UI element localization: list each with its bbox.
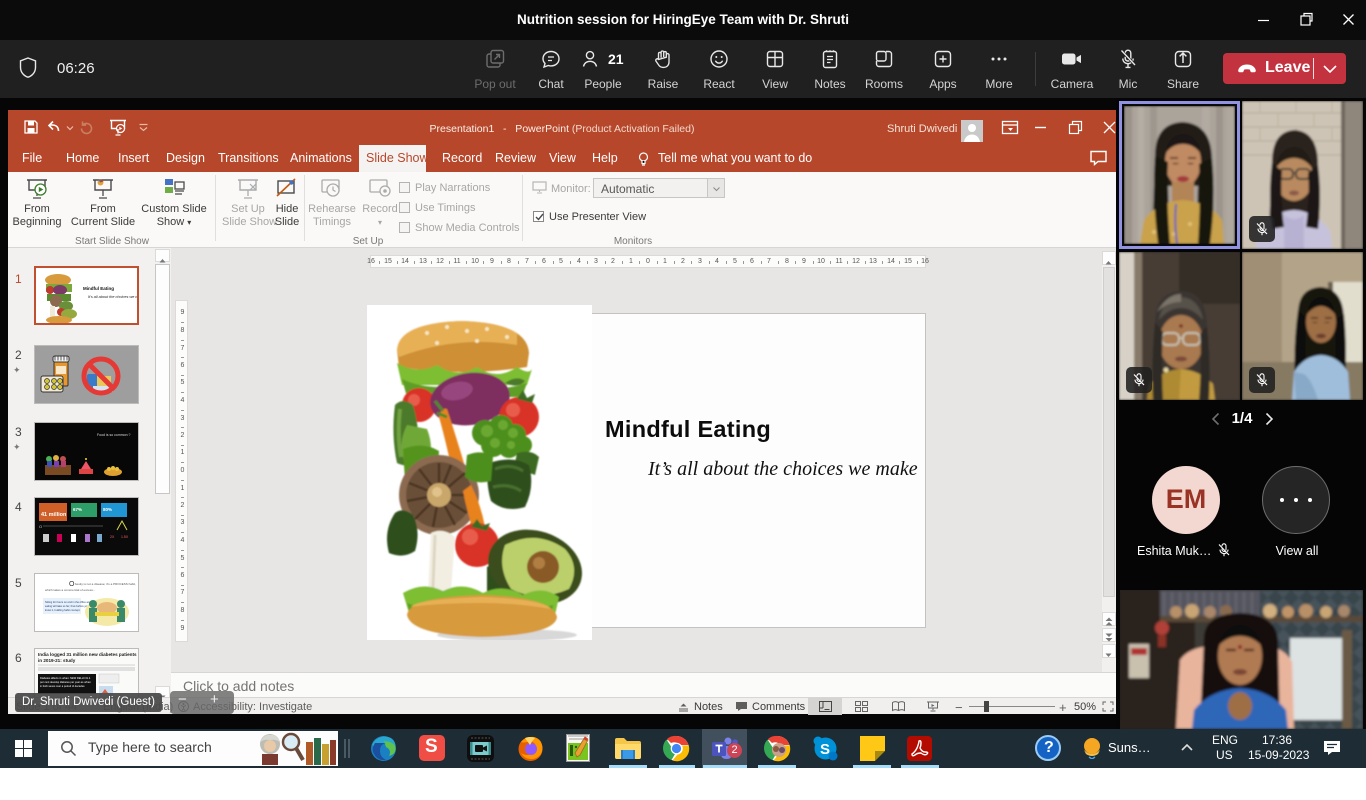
svg-text:in 2019-21: study: in 2019-21: study <box>38 658 76 663</box>
svg-text:Diabetes affects in urban: NEW: Diabetes affects in urban: NEW DELHI 31.… <box>40 676 91 680</box>
svg-text:which takes a commercial of ex: which takes a commercial of excess... <box>45 588 96 592</box>
svg-text:80%: 80% <box>103 507 112 512</box>
svg-text:1.5X: 1.5X <box>121 535 129 539</box>
svg-text:in both sexes over a period of: in both sexes over a period of decades <box>40 684 85 688</box>
svg-text:eating will take us far; thus: eating will take us far; thus before you <box>45 604 89 608</box>
svg-text:India logged 31 million new di: India logged 31 million new diabetes pat… <box>38 652 137 657</box>
svg-text:2X: 2X <box>110 535 115 539</box>
svg-text:O: O <box>39 524 42 529</box>
svg-text:67%: 67% <box>73 507 82 512</box>
svg-text:S: S <box>820 741 830 758</box>
svg-text:It's all about the choices we: It's all about the choices we make <box>88 295 139 299</box>
svg-text:per cent develop diabetes per: per cent develop diabetes per year as ur… <box>40 680 91 684</box>
svg-text:Mindful Eating: Mindful Eating <box>83 286 114 291</box>
svg-text:Food is so common ?: Food is so common ? <box>97 433 131 437</box>
svg-text:41 million: 41 million <box>41 512 67 518</box>
svg-text:Sitting for hours on end in th: Sitting for hours on end in the office a… <box>45 600 91 604</box>
svg-text:know it, building habit concep: know it, building habit concept. <box>45 608 81 612</box>
svg-text:besity is not a disease; it's: besity is not a disease; it's a PROCESS … <box>75 582 136 586</box>
